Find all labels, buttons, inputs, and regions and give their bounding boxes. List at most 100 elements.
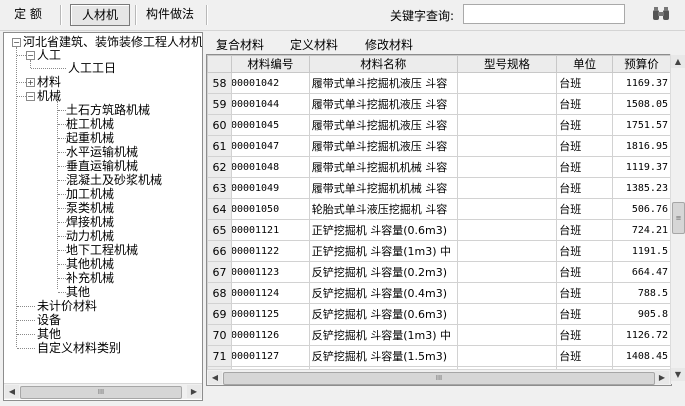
tree-node-labor-workday[interactable]: 人工工日 xyxy=(68,61,116,75)
cell-price[interactable]: 1169.37 xyxy=(612,72,671,94)
scroll-thumb[interactable]: III xyxy=(223,372,655,385)
tree-node-machinery-child[interactable]: 垂直运输机械 xyxy=(66,159,138,173)
row-number[interactable]: 70 xyxy=(207,324,232,346)
grid-horizontal-scrollbar[interactable]: ◀ III ▶ xyxy=(207,369,671,385)
cell-spec[interactable] xyxy=(456,93,558,115)
cell-price[interactable]: 724.21 xyxy=(612,219,671,241)
row-number[interactable]: 63 xyxy=(207,177,232,199)
table-row[interactable]: 58 00001042 履带式单斗挖掘机液压 斗容 台班 1169.37 xyxy=(207,72,671,94)
table-row[interactable]: 70 00001126 反铲挖掘机 斗容量(1m3) 中 台班 1126.72 xyxy=(207,324,671,346)
cell-spec[interactable] xyxy=(456,219,558,241)
cell-unit[interactable]: 台班 xyxy=(556,303,614,325)
cell-spec[interactable] xyxy=(456,135,558,157)
tab-define-material[interactable]: 定义材料 xyxy=(290,36,338,53)
scroll-right-icon[interactable]: ▶ xyxy=(655,371,669,384)
table-row[interactable]: 68 00001124 反铲挖掘机 斗容量(0.4m3) 台班 788.5 xyxy=(207,282,671,304)
cell-unit[interactable]: 台班 xyxy=(556,72,614,94)
cell-material-name[interactable]: 履带式单斗挖掘机液压 斗容 xyxy=(308,93,458,115)
table-row[interactable]: 60 00001045 履带式单斗挖掘机液压 斗容 台班 1751.57 xyxy=(207,114,671,136)
cell-unit[interactable]: 台班 xyxy=(556,93,614,115)
cell-unit[interactable]: 台班 xyxy=(556,345,614,367)
cell-unit[interactable]: 台班 xyxy=(556,219,614,241)
table-row[interactable]: 66 00001122 正铲挖掘机 斗容量(1m3) 中 台班 1191.5 xyxy=(207,240,671,262)
column-header-unit[interactable]: 单位 xyxy=(556,55,614,73)
table-row[interactable]: 71 00001127 反铲挖掘机 斗容量(1.5m3) 台班 1408.45 xyxy=(207,345,671,367)
tree-node-machinery-child[interactable]: 水平运输机械 xyxy=(66,145,138,159)
row-number[interactable]: 61 xyxy=(207,135,232,157)
row-number[interactable]: 68 xyxy=(207,282,232,304)
row-number[interactable]: 62 xyxy=(207,156,232,178)
cell-spec[interactable] xyxy=(456,156,558,178)
tree-node-custom-category[interactable]: 自定义材料类别 xyxy=(37,341,121,355)
row-number[interactable]: 58 xyxy=(207,72,232,94)
cell-spec[interactable] xyxy=(456,282,558,304)
tree-horizontal-scrollbar[interactable]: ◀ III ▶ xyxy=(4,383,202,399)
cell-spec[interactable] xyxy=(456,261,558,283)
scroll-left-icon[interactable]: ◀ xyxy=(208,371,222,384)
cell-unit[interactable]: 台班 xyxy=(556,240,614,262)
cell-spec[interactable] xyxy=(456,303,558,325)
tree-node-machinery-child[interactable]: 其他机械 xyxy=(66,257,114,271)
cell-spec[interactable] xyxy=(456,177,558,199)
cell-material-name[interactable]: 履带式单斗挖掘机液压 斗容 xyxy=(308,135,458,157)
cell-spec[interactable] xyxy=(456,114,558,136)
collapse-icon[interactable]: − xyxy=(12,38,21,47)
cell-material-name[interactable]: 履带式单斗挖掘机机械 斗容 xyxy=(308,177,458,199)
column-header-name[interactable]: 材料名称 xyxy=(308,55,458,73)
cell-material-code[interactable]: 00001124 xyxy=(230,282,310,304)
cell-price[interactable]: 1408.45 xyxy=(612,345,671,367)
row-number[interactable]: 66 xyxy=(207,240,232,262)
cell-price[interactable]: 1119.37 xyxy=(612,156,671,178)
scroll-left-icon[interactable]: ◀ xyxy=(5,385,19,398)
scroll-down-icon[interactable]: ▼ xyxy=(671,368,685,381)
row-number[interactable]: 64 xyxy=(207,198,232,220)
cell-unit[interactable]: 台班 xyxy=(556,282,614,304)
cell-unit[interactable]: 台班 xyxy=(556,198,614,220)
cell-material-code[interactable]: 00001044 xyxy=(230,93,310,115)
tab-modify-material[interactable]: 修改材料 xyxy=(365,36,413,53)
cell-price[interactable]: 1126.72 xyxy=(612,324,671,346)
cell-material-code[interactable]: 00001125 xyxy=(230,303,310,325)
search-input[interactable] xyxy=(463,4,625,24)
tree-node-machinery-child[interactable]: 补充机械 xyxy=(66,271,114,285)
row-number[interactable]: 69 xyxy=(207,303,232,325)
row-number[interactable]: 65 xyxy=(207,219,232,241)
cell-spec[interactable] xyxy=(456,240,558,262)
cell-material-code[interactable]: 00001122 xyxy=(230,240,310,262)
column-header-price[interactable]: 预算价 xyxy=(612,55,671,73)
cell-material-name[interactable]: 正铲挖掘机 斗容量(1m3) 中 xyxy=(308,240,458,262)
tree-node-labor[interactable]: 人工 xyxy=(37,48,61,62)
tree-node-machinery-child[interactable]: 桩工机械 xyxy=(66,117,114,131)
table-row[interactable]: 65 00001121 正铲挖掘机 斗容量(0.6m3) 台班 724.21 xyxy=(207,219,671,241)
cell-spec[interactable] xyxy=(456,72,558,94)
cell-material-name[interactable]: 反铲挖掘机 斗容量(1m3) 中 xyxy=(308,324,458,346)
tree-node-unpriced-materials[interactable]: 未计价材料 xyxy=(37,299,97,313)
cell-spec[interactable] xyxy=(456,198,558,220)
cell-material-name[interactable]: 反铲挖掘机 斗容量(0.6m3) xyxy=(308,303,458,325)
cell-material-code[interactable]: 00001049 xyxy=(230,177,310,199)
cell-material-name[interactable]: 履带式单斗挖掘机液压 斗容 xyxy=(308,114,458,136)
cell-material-name[interactable]: 反铲挖掘机 斗容量(1.5m3) xyxy=(308,345,458,367)
cell-material-name[interactable]: 反铲挖掘机 斗容量(0.4m3) xyxy=(308,282,458,304)
tab-composite-material[interactable]: 复合材料 xyxy=(216,36,264,53)
table-row[interactable]: 67 00001123 反铲挖掘机 斗容量(0.2m3) 台班 664.47 xyxy=(207,261,671,283)
cell-price[interactable]: 1751.57 xyxy=(612,114,671,136)
cell-material-name[interactable]: 履带式单斗挖掘机液压 斗容 xyxy=(308,72,458,94)
tree-node-machinery-child[interactable]: 动力机械 xyxy=(66,229,114,243)
collapse-icon[interactable]: − xyxy=(26,92,35,101)
scroll-thumb[interactable]: ≡ xyxy=(672,202,685,234)
table-row[interactable]: 61 00001047 履带式单斗挖掘机液压 斗容 台班 1816.95 xyxy=(207,135,671,157)
tree-node-machinery-child[interactable]: 地下工程机械 xyxy=(66,243,138,257)
tree-node-other[interactable]: 其他 xyxy=(37,327,61,341)
cell-price[interactable]: 664.47 xyxy=(612,261,671,283)
cell-material-code[interactable]: 00001048 xyxy=(230,156,310,178)
tree-node-machinery-child[interactable]: 焊接机械 xyxy=(66,215,114,229)
tree-node-machinery-child[interactable]: 加工机械 xyxy=(66,187,114,201)
labor-material-machine-button[interactable]: 人材机 xyxy=(70,4,130,26)
cell-spec[interactable] xyxy=(456,324,558,346)
cell-material-code[interactable]: 00001127 xyxy=(230,345,310,367)
cell-unit[interactable]: 台班 xyxy=(556,135,614,157)
cell-price[interactable]: 1816.95 xyxy=(612,135,671,157)
cell-material-name[interactable]: 正铲挖掘机 斗容量(0.6m3) xyxy=(308,219,458,241)
row-number[interactable]: 71 xyxy=(207,345,232,367)
